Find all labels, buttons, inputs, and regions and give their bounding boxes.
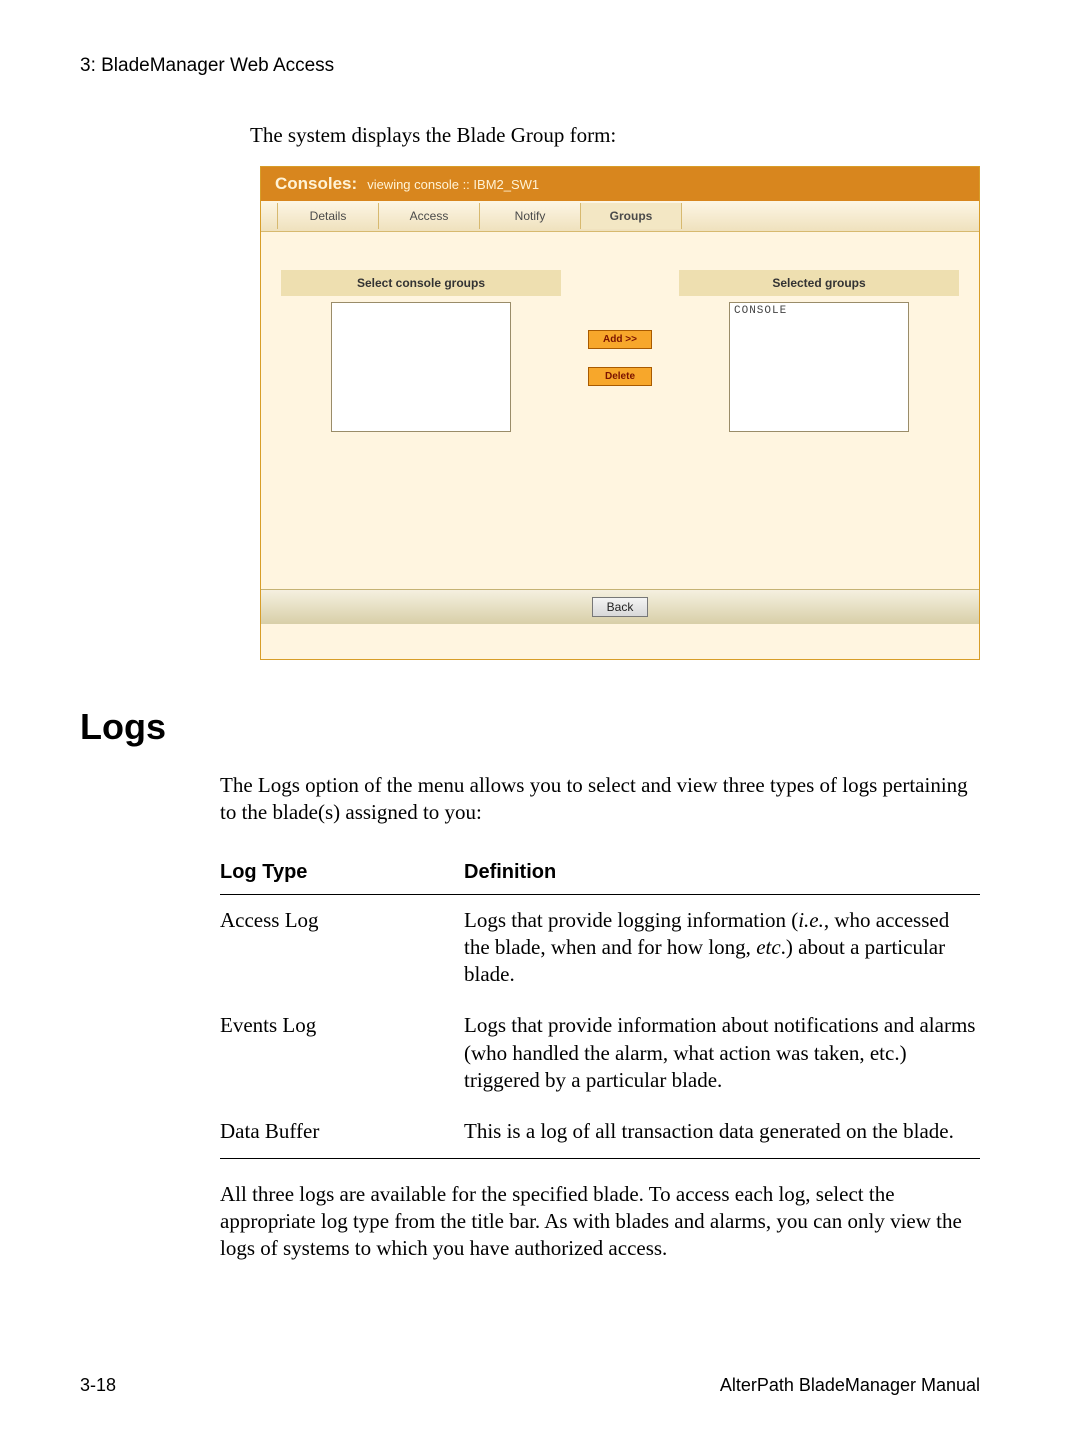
groups-panel: Select console groups Add >> Delete Sele…	[261, 232, 979, 624]
logs-closing-paragraph: All three logs are available for the spe…	[220, 1181, 980, 1263]
tab-details[interactable]: Details	[277, 203, 379, 229]
table-row: Access Log Logs that provide logging inf…	[220, 894, 980, 1000]
console-titlebar: Consoles: viewing console :: IBM2_SW1	[261, 167, 979, 201]
page-number: 3-18	[80, 1375, 116, 1396]
available-groups-listbox[interactable]	[331, 302, 511, 432]
cell-definition: Logs that provide information about noti…	[464, 1000, 980, 1106]
selected-groups-header: Selected groups	[679, 270, 959, 296]
console-title-main: Consoles:	[275, 174, 357, 194]
console-title-sub: viewing console :: IBM2_SW1	[367, 177, 539, 192]
tab-access[interactable]: Access	[379, 203, 480, 229]
manual-name: AlterPath BladeManager Manual	[720, 1375, 980, 1396]
tab-bar: Details Access Notify Groups	[261, 201, 979, 232]
chapter-header: 3: BladeManager Web Access	[80, 55, 980, 77]
section-heading-logs: Logs	[80, 706, 980, 748]
delete-button[interactable]: Delete	[588, 367, 652, 386]
table-header-definition: Definition	[464, 851, 980, 895]
cell-logtype: Data Buffer	[220, 1106, 464, 1158]
table-row: Data Buffer This is a log of all transac…	[220, 1106, 980, 1158]
cell-definition: Logs that provide logging information (i…	[464, 894, 980, 1000]
selected-groups-listbox[interactable]: CONSOLE	[729, 302, 909, 432]
log-type-table: Log Type Definition Access Log Logs that…	[220, 851, 980, 1159]
screenshot-blade-group-form: Consoles: viewing console :: IBM2_SW1 De…	[260, 166, 980, 660]
list-item[interactable]: CONSOLE	[734, 305, 904, 317]
cell-definition: This is a log of all transaction data ge…	[464, 1106, 980, 1158]
selected-groups-column: Selected groups CONSOLE	[679, 270, 959, 432]
table-row: Events Log Logs that provide information…	[220, 1000, 980, 1106]
available-groups-header: Select console groups	[281, 270, 561, 296]
intro-text: The system displays the Blade Group form…	[250, 123, 980, 148]
back-button[interactable]: Back	[592, 597, 649, 617]
cell-logtype: Access Log	[220, 894, 464, 1000]
page-footer: 3-18 AlterPath BladeManager Manual	[80, 1375, 980, 1396]
cell-logtype: Events Log	[220, 1000, 464, 1106]
tab-groups[interactable]: Groups	[581, 203, 682, 229]
tab-notify[interactable]: Notify	[480, 203, 581, 229]
add-button[interactable]: Add >>	[588, 330, 652, 349]
logs-intro-paragraph: The Logs option of the menu allows you t…	[220, 772, 980, 827]
table-header-logtype: Log Type	[220, 851, 464, 895]
screenshot-footer-bar: Back	[261, 589, 979, 624]
available-groups-column: Select console groups	[281, 270, 561, 432]
